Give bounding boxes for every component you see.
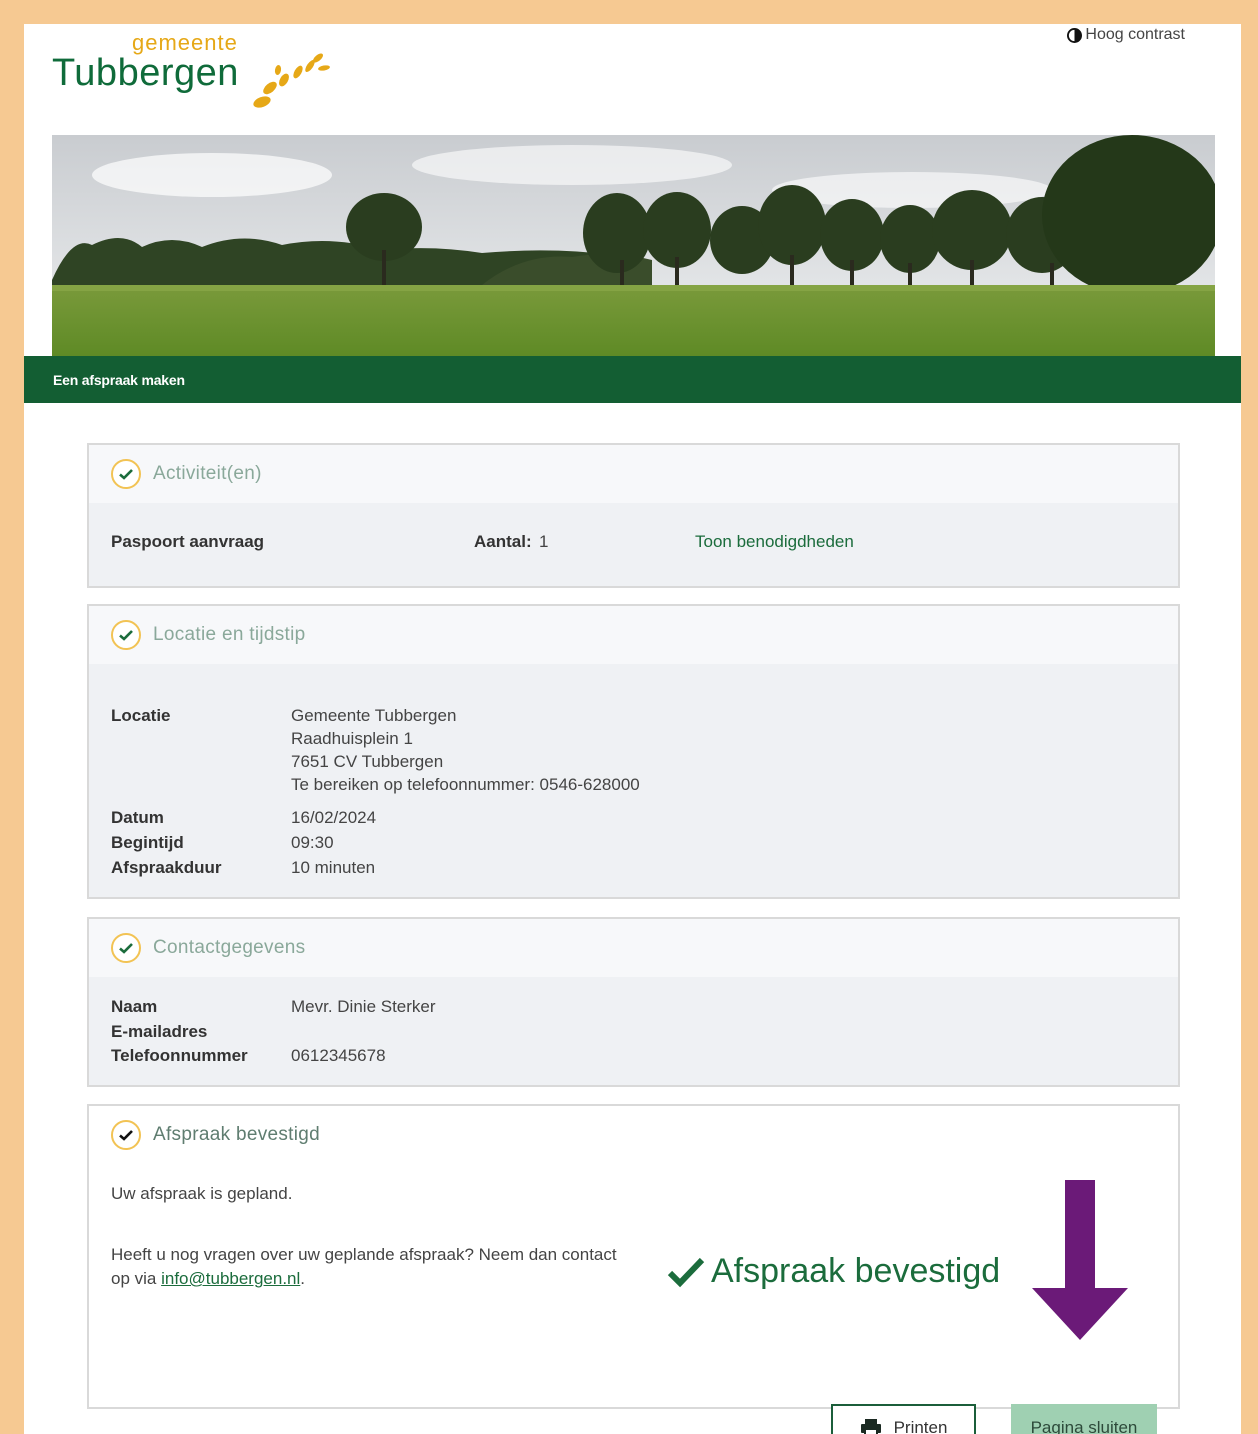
question-line-1: Heeft u nog vragen over uw geplande afsp… xyxy=(111,1245,617,1264)
email-link[interactable]: info@tubbergen.nl xyxy=(161,1269,300,1288)
confirmation-message-text: Afspraak bevestigd xyxy=(711,1252,1001,1290)
start-time-value: 09:30 xyxy=(291,833,334,852)
address-line-2: Raadhuisplein 1 xyxy=(291,729,413,748)
logo-title: Tubbergen xyxy=(52,52,239,94)
question-prefix: op via xyxy=(111,1269,162,1288)
activities-header: Activiteit(en) xyxy=(89,445,1178,503)
breadcrumb[interactable]: Een afspraak maken xyxy=(24,356,1241,403)
arrow-down-icon xyxy=(1032,1180,1128,1340)
planned-text: Uw afspraak is gepland. xyxy=(111,1184,293,1203)
confirmation-message: Afspraak bevestigd xyxy=(667,1252,1000,1291)
location-label: Locatie xyxy=(111,706,171,725)
date-label: Datum xyxy=(111,808,164,827)
contact-title: Contactgegevens xyxy=(153,937,306,958)
big-checkmark-icon xyxy=(667,1257,705,1287)
question-line-2: op via info@tubbergen.nl. xyxy=(111,1269,305,1289)
page-frame: gemeente Tubbergen Hoog contrast Een afs… xyxy=(24,24,1241,1434)
checkmark-icon xyxy=(111,1120,141,1150)
contrast-icon xyxy=(1067,27,1083,43)
checkmark-icon xyxy=(111,933,141,963)
confirmation-header: Afspraak bevestigd xyxy=(89,1106,1178,1164)
activity-count-value: 1 xyxy=(539,532,549,551)
location-panel: Locatie en tijdstip Locatie Gemeente Tub… xyxy=(87,604,1180,899)
wheat-icon xyxy=(253,53,330,108)
checkmark-icon xyxy=(111,620,141,650)
location-title: Locatie en tijdstip xyxy=(153,624,306,645)
address-line-3: 7651 CV Tubbergen xyxy=(291,752,444,771)
activities-title: Activiteit(en) xyxy=(153,463,262,484)
printer-icon xyxy=(860,1419,881,1434)
phone-value: 0612345678 xyxy=(291,1046,386,1065)
header-banner-image xyxy=(52,135,1215,357)
name-label: Naam xyxy=(111,997,158,1016)
duration-value: 10 minuten xyxy=(291,858,376,877)
start-time-label: Begintijd xyxy=(111,833,184,852)
email-label: E-mailadres xyxy=(111,1022,208,1041)
checkmark-icon xyxy=(111,459,141,489)
high-contrast-toggle[interactable]: Hoog contrast xyxy=(1067,26,1185,44)
activity-count-label: Aantal: xyxy=(474,532,532,551)
close-page-button-label: Pagina sluiten xyxy=(1030,1418,1138,1434)
contact-header: Contactgegevens xyxy=(89,919,1178,977)
confirmation-body: Uw afspraak is gepland. Heeft u nog vrag… xyxy=(89,1164,1178,1434)
print-button-label: Printen xyxy=(893,1418,948,1434)
address-line-4: Te bereiken op telefoonnummer: 0546-6280… xyxy=(291,775,640,794)
high-contrast-label: Hoog contrast xyxy=(1085,26,1185,43)
duration-label: Afspraakduur xyxy=(111,858,222,877)
address-line-1: Gemeente Tubbergen xyxy=(291,706,457,725)
confirmation-panel: Afspraak bevestigd Uw afspraak is geplan… xyxy=(87,1104,1180,1434)
activity-name: Paspoort aanvraag xyxy=(111,532,265,551)
activities-panel: Activiteit(en) Paspoort aanvraag Aantal:… xyxy=(87,443,1180,588)
date-value: 16/02/2024 xyxy=(291,808,377,827)
contact-panel: Contactgegevens Naam Mevr. Dinie Sterker… xyxy=(87,917,1180,1087)
show-requirements-link[interactable]: Toon benodigdheden xyxy=(695,532,854,552)
location-header: Locatie en tijdstip xyxy=(89,606,1178,664)
activities-body: Paspoort aanvraag Aantal: 1 Toon benodig… xyxy=(89,503,1178,586)
print-button[interactable]: Printen xyxy=(831,1404,976,1434)
phone-label: Telefoonnummer xyxy=(111,1046,248,1065)
location-body: Locatie Gemeente Tubbergen Raadhuisplein… xyxy=(89,664,1178,897)
confirmation-title: Afspraak bevestigd xyxy=(153,1124,320,1145)
name-value: Mevr. Dinie Sterker xyxy=(291,997,436,1016)
question-suffix: . xyxy=(300,1269,306,1288)
close-page-button[interactable]: Pagina sluiten xyxy=(1011,1404,1157,1434)
contact-body: Naam Mevr. Dinie Sterker E-mailadres Tel… xyxy=(89,977,1178,1085)
municipality-logo[interactable]: gemeente Tubbergen xyxy=(52,30,342,110)
